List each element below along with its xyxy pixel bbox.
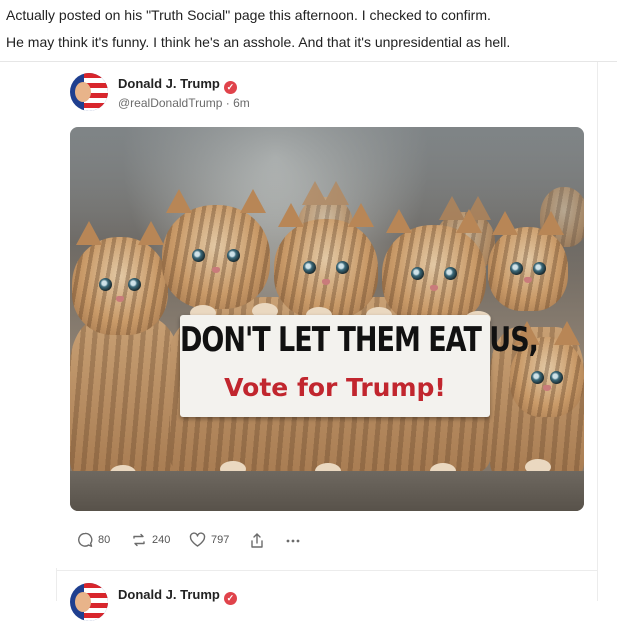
repost-count: 240 xyxy=(152,534,171,546)
like-count: 797 xyxy=(211,534,230,546)
more-dots-icon xyxy=(286,539,300,543)
post-divider xyxy=(56,570,597,571)
next-post-author-name[interactable]: Donald J. Trump xyxy=(118,587,220,602)
verified-check-icon: ✓ xyxy=(223,81,237,94)
sign-text-line-2: Vote for Trump! xyxy=(224,373,446,402)
heart-icon xyxy=(189,532,206,547)
author-name-row[interactable]: Donald J. Trump ✓ xyxy=(118,76,237,94)
next-post-author-row[interactable]: Donald J. Trump ✓ xyxy=(118,587,237,605)
more-options-button[interactable] xyxy=(285,530,301,550)
reply-count: 80 xyxy=(98,534,111,546)
post-image[interactable]: DON'T LET THEM EAT US, Vote for Trump! xyxy=(70,127,584,511)
protest-sign: DON'T LET THEM EAT US, Vote for Trump! xyxy=(180,315,539,417)
kitten xyxy=(382,209,486,325)
post-border-right xyxy=(597,62,598,601)
repost-button[interactable]: 240 xyxy=(131,530,170,550)
comment-line-1: Actually posted on his "Truth Social" pa… xyxy=(6,7,491,23)
next-post-avatar[interactable] xyxy=(70,583,108,621)
sign-text-line-1: DON'T LET THEM EAT US, xyxy=(180,321,539,360)
ground xyxy=(70,471,584,511)
like-button[interactable]: 797 xyxy=(189,530,229,550)
share-upload-icon xyxy=(251,532,263,548)
repost-arrows-icon xyxy=(133,533,145,547)
author-name[interactable]: Donald J. Trump xyxy=(118,76,220,91)
share-button[interactable] xyxy=(249,530,265,550)
author-handle-timestamp[interactable]: @realDonaldTrump · 6m xyxy=(118,96,250,110)
kitten xyxy=(488,211,568,311)
kitten xyxy=(274,203,378,319)
reply-button[interactable]: 80 xyxy=(77,530,110,550)
kitten xyxy=(72,221,168,335)
verified-check-icon: ✓ xyxy=(223,592,237,605)
author-avatar[interactable] xyxy=(70,73,108,111)
kitten xyxy=(162,189,270,309)
comment-line-2: He may think it's funny. I think he's an… xyxy=(6,34,511,50)
kitten-body xyxy=(70,317,180,477)
speech-bubble-icon xyxy=(78,532,93,547)
